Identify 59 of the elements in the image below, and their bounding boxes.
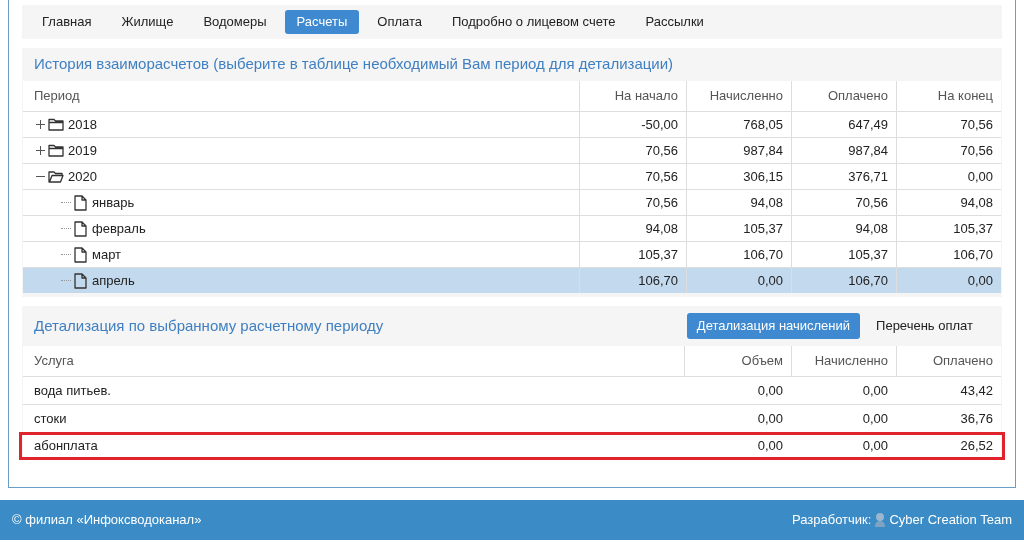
nav-tab[interactable]: Водомеры [191,10,279,34]
table-cell-text: 36,76 [959,409,994,428]
table-row[interactable]: февраль 94,08 105,37 94,08 105,37 [23,215,1001,241]
tab-button[interactable]: Детализация начислений [686,313,861,339]
nav-tab[interactable]: Главная [30,10,104,34]
table-cell-text: 0,00 [756,437,784,456]
table-cell-text: стоки [33,409,68,428]
table-row[interactable]: 2018 -50,00 768,05 647,49 70,56 [23,111,1001,137]
developer-name: Cyber Creation Team [889,511,1012,530]
column-header: Период [33,87,81,106]
table-cell-text: 43,42 [959,381,994,400]
table-cell-text: 0,00 [861,437,889,456]
expand-icon[interactable] [35,119,46,130]
panel-title: История взаиморасчетов (выберите в таблице необходимый Вам период для детализации) [33,54,675,75]
period-label: апрель [92,271,135,290]
column-header: Объем [684,346,791,376]
period-label: 2018 [68,115,97,134]
table-cell: 0,00 [686,268,791,293]
open-folder-icon [48,170,64,183]
table-row[interactable]: январь 70,56 94,08 70,56 94,08 [23,189,1001,215]
table-row[interactable]: 2020 70,56 306,15 376,71 0,00 [23,163,1001,189]
period-label: январь [92,193,135,212]
table-cell-text: абонплата [33,437,99,456]
copyright-text: © филиал «Инфоксводоканал» [12,511,203,530]
file-icon [74,220,87,237]
nav-tab[interactable]: Подробно о лицевом счете [440,10,628,34]
table-cell-text: 0,00 [861,381,889,400]
column-header: Услуга [33,352,75,371]
table-cell: 106,70 [791,268,896,293]
column-header: Оплачено [896,346,1001,376]
period-label: 2020 [68,167,97,186]
table-cell: 106,70 [579,268,686,293]
expand-icon[interactable] [35,145,46,156]
table-cell-text: 0,00 [756,409,784,428]
file-icon [74,272,87,289]
panel-title: Детализация по выбранному расчетному периоду [34,315,385,336]
file-icon [74,246,87,263]
table-cell-text: 26,52 [959,437,994,456]
developer-label: Разработчик: [792,511,872,530]
table-cell-text: 0,00 [861,409,889,428]
table-row[interactable]: март 105,37 106,70 105,37 106,70 [23,241,1001,267]
folder-icon [48,144,64,157]
file-icon [74,194,87,211]
nav-tab[interactable]: Жилище [109,10,186,34]
folder-icon [48,118,64,131]
table-row[interactable]: апрель 106,70 0,00 106,70 0,00 [23,267,1001,293]
table-row[interactable]: 2019 70,56 987,84 987,84 70,56 [23,137,1001,163]
nav-tab[interactable]: Рассылки [633,10,716,34]
period-label: февраль [92,219,146,238]
period-label: 2019 [68,141,97,160]
column-header: Начисленно [791,346,896,376]
period-label: март [92,245,122,264]
nav-tab[interactable]: Оплата [365,10,434,34]
table-cell-text: вода питьев. [33,381,112,400]
table-cell: 0,00 [896,268,1001,293]
nav-tab[interactable]: Расчеты [284,10,360,34]
tab-button[interactable]: Перечень оплат [866,313,983,339]
table-cell-text: 0,00 [756,381,784,400]
logo-icon [873,512,888,528]
